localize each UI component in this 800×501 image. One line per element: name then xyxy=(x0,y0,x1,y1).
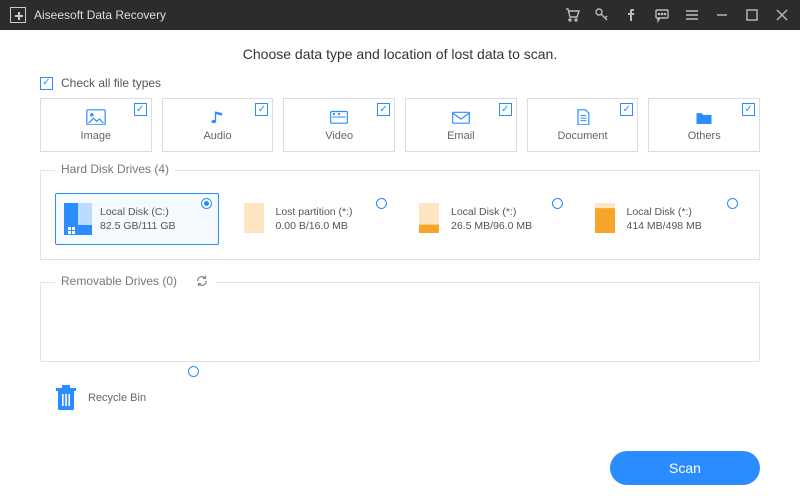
drive-radio[interactable] xyxy=(552,198,563,209)
type-checkbox[interactable] xyxy=(134,103,147,116)
menu-icon[interactable] xyxy=(684,7,700,23)
type-card-document[interactable]: Document xyxy=(527,98,639,152)
type-checkbox[interactable] xyxy=(499,103,512,116)
drive-text: Local Disk (*:)26.5 MB/96.0 MB xyxy=(451,205,532,233)
others-icon xyxy=(694,109,714,127)
cart-icon[interactable] xyxy=(564,7,580,23)
video-icon xyxy=(329,109,349,127)
type-checkbox[interactable] xyxy=(377,103,390,116)
drive-item[interactable]: Local Disk (C:)82.5 GB/111 GB xyxy=(55,193,219,245)
feedback-icon[interactable] xyxy=(654,7,670,23)
drive-radio[interactable] xyxy=(201,198,212,209)
app-logo-icon xyxy=(10,7,26,23)
drive-text: Local Disk (*:)414 MB/498 MB xyxy=(627,205,702,233)
type-card-image[interactable]: Image xyxy=(40,98,152,152)
facebook-icon[interactable] xyxy=(624,7,640,23)
minimize-icon[interactable] xyxy=(714,7,730,23)
type-checkbox[interactable] xyxy=(742,103,755,116)
type-label: Image xyxy=(81,130,112,142)
type-label: Audio xyxy=(203,130,231,142)
image-icon xyxy=(86,109,106,127)
drive-text: Local Disk (C:)82.5 GB/111 GB xyxy=(100,205,176,233)
type-checkbox[interactable] xyxy=(620,103,633,116)
type-card-audio[interactable]: Audio xyxy=(162,98,274,152)
check-all-checkbox[interactable] xyxy=(40,77,53,90)
titlebar: Aiseesoft Data Recovery xyxy=(0,0,800,30)
footer: Scan xyxy=(610,451,760,485)
type-label: Document xyxy=(557,130,607,142)
type-label: Email xyxy=(447,130,475,142)
drive-item[interactable]: Local Disk (*:)26.5 MB/96.0 MB xyxy=(406,193,570,245)
drive-text: Lost partition (*:)0.00 B/16.0 MB xyxy=(276,205,353,233)
type-card-others[interactable]: Others xyxy=(648,98,760,152)
audio-icon xyxy=(208,109,228,127)
type-card-email[interactable]: Email xyxy=(405,98,517,152)
type-card-video[interactable]: Video xyxy=(283,98,395,152)
recycle-bin-label: Recycle Bin xyxy=(88,392,146,404)
drive-radio[interactable] xyxy=(376,198,387,209)
removable-legend-text: Removable Drives (0) xyxy=(61,274,177,288)
check-all-row[interactable]: Check all file types xyxy=(40,76,760,90)
type-checkbox[interactable] xyxy=(255,103,268,116)
main-content: Choose data type and location of lost da… xyxy=(0,30,800,412)
email-icon xyxy=(451,109,471,127)
refresh-icon[interactable] xyxy=(195,274,209,288)
scan-button[interactable]: Scan xyxy=(610,451,760,485)
type-label: Others xyxy=(688,130,721,142)
close-icon[interactable] xyxy=(774,7,790,23)
drive-icon xyxy=(415,203,443,235)
drive-icon xyxy=(64,203,92,235)
recycle-bin-icon xyxy=(54,384,78,412)
hdd-section: Hard Disk Drives (4) Local Disk (C:)82.5… xyxy=(40,170,760,260)
file-types-row: Image Audio Video Email Document Others xyxy=(40,98,760,152)
key-icon[interactable] xyxy=(594,7,610,23)
hdd-drives-row: Local Disk (C:)82.5 GB/111 GB Lost partit… xyxy=(55,193,745,245)
removable-section: Removable Drives (0) xyxy=(40,282,760,362)
recycle-bin-row[interactable]: Recycle Bin xyxy=(54,384,760,412)
drive-icon xyxy=(591,203,619,235)
hdd-legend: Hard Disk Drives (4) xyxy=(55,162,175,176)
maximize-icon[interactable] xyxy=(744,7,760,23)
document-icon xyxy=(573,109,593,127)
drive-radio[interactable] xyxy=(727,198,738,209)
titlebar-buttons xyxy=(564,7,790,23)
app-title: Aiseesoft Data Recovery xyxy=(34,8,564,22)
page-heading: Choose data type and location of lost da… xyxy=(40,46,760,62)
type-label: Video xyxy=(325,130,353,142)
check-all-label: Check all file types xyxy=(61,76,161,90)
drive-item[interactable]: Lost partition (*:)0.00 B/16.0 MB xyxy=(231,193,395,245)
drive-icon xyxy=(240,203,268,235)
recycle-bin-radio[interactable] xyxy=(188,366,199,377)
removable-legend: Removable Drives (0) xyxy=(55,274,215,288)
drive-item[interactable]: Local Disk (*:)414 MB/498 MB xyxy=(582,193,746,245)
